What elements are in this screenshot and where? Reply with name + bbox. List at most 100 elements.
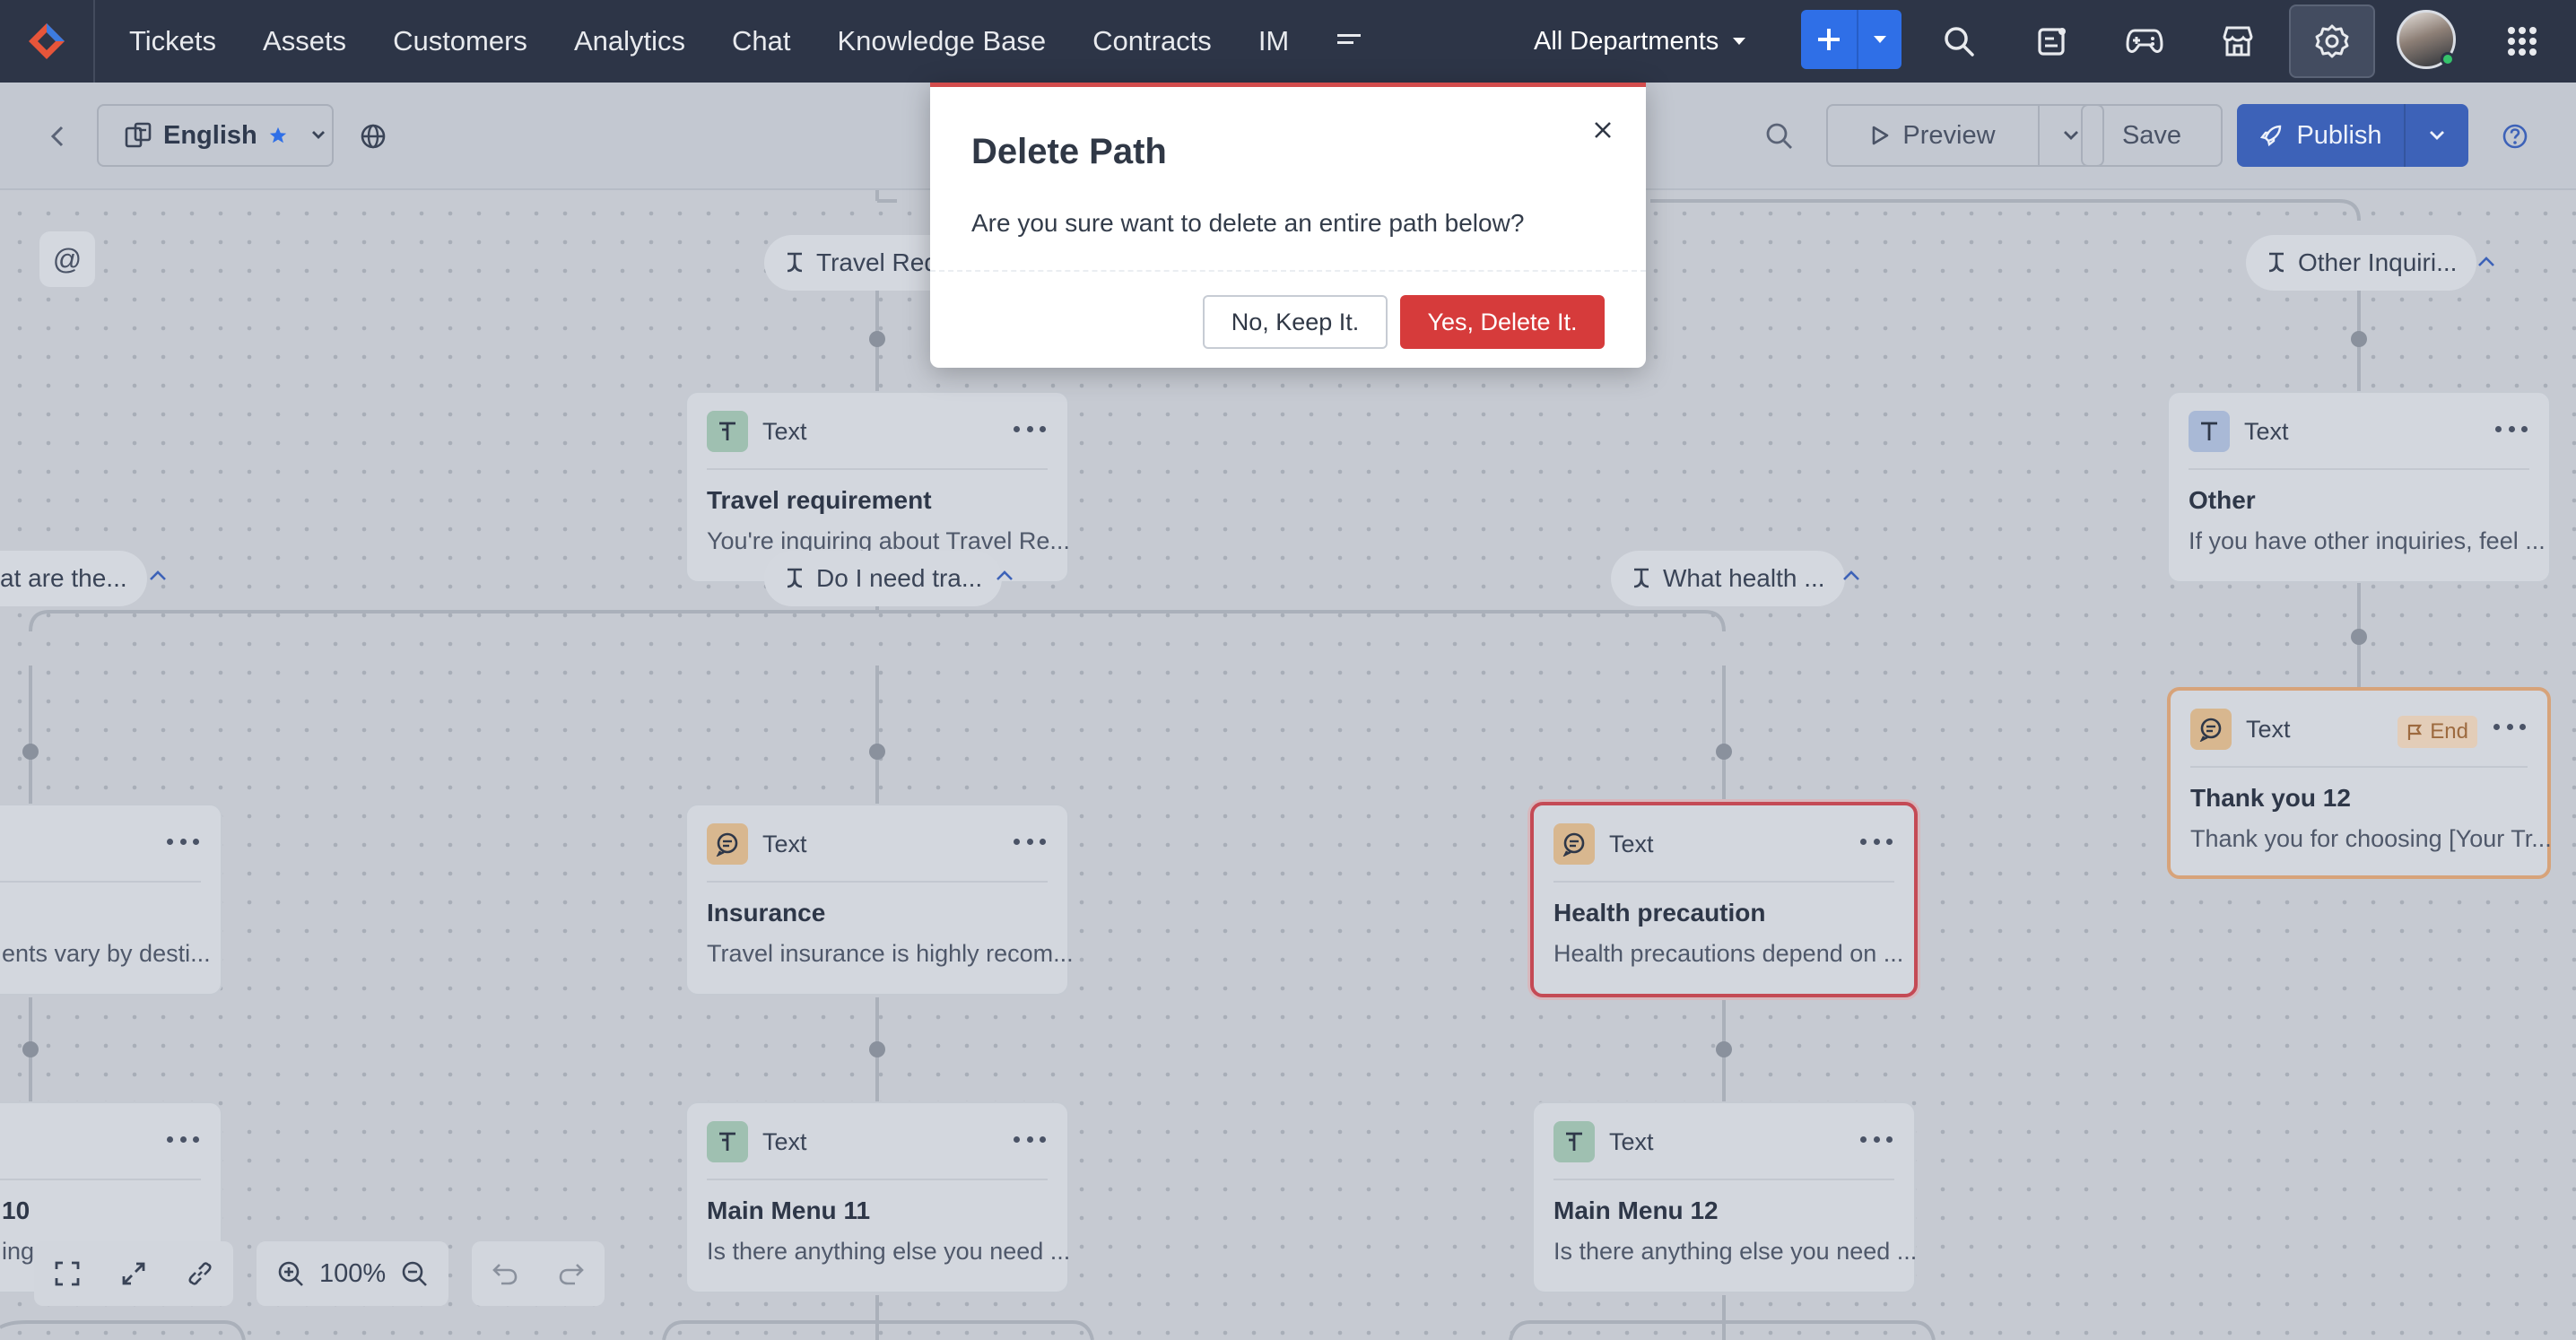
collapse-chevron-icon[interactable] [2474, 249, 2499, 274]
game-controller-icon[interactable] [2118, 14, 2171, 68]
close-icon[interactable] [1585, 112, 1621, 148]
mention-button[interactable]: @ [39, 231, 95, 287]
online-status-dot [2441, 52, 2455, 66]
node-divider [707, 1179, 1048, 1180]
path-chip-do-i-need[interactable]: Do I need tra... [764, 551, 1003, 606]
search-icon[interactable] [1932, 14, 1986, 68]
zoom-in-icon[interactable] [265, 1242, 316, 1305]
path-chip-other[interactable]: Other Inquiri... [2246, 235, 2477, 291]
more-options-icon[interactable] [167, 1130, 199, 1148]
branch-icon [787, 568, 803, 588]
node-divider [2189, 468, 2529, 470]
flow-node-insurance[interactable]: Text Insurance Travel insurance is highl… [685, 804, 1074, 996]
globe-icon[interactable] [352, 115, 395, 158]
collapse-chevron-icon[interactable] [992, 563, 1017, 588]
marketplace-icon[interactable] [2211, 14, 2265, 68]
path-chip-what-health[interactable]: What health ... [1611, 551, 1845, 606]
chevron-down-icon [2430, 131, 2444, 140]
canvas-search-icon[interactable] [1758, 115, 1801, 158]
rocket-icon [2260, 125, 2282, 147]
translate-icon [125, 122, 152, 148]
flow-node-health-precaution[interactable]: Text Health precaution Health precaution… [1530, 802, 1918, 997]
confirm-delete-button[interactable]: Yes, Delete It. [1400, 295, 1605, 349]
node-divider [0, 1179, 201, 1180]
publish-dropdown-button[interactable] [2406, 104, 2468, 167]
dialog-title: Delete Path [971, 132, 1167, 171]
flow-node-main-menu-11[interactable]: Text Main Menu 11 Is there anything else… [685, 1101, 1071, 1293]
collapse-chevron-icon[interactable] [1839, 563, 1864, 588]
apps-grid-icon[interactable] [2495, 14, 2549, 68]
chevron-down-icon [311, 131, 325, 139]
more-options-icon[interactable] [2493, 718, 2526, 735]
flow-node-main-menu-12[interactable]: Text Main Menu 12 Is there anything else… [1532, 1101, 1917, 1293]
more-options-icon[interactable] [167, 832, 199, 850]
top-navigation: Tickets Assets Customers Analytics Chat … [0, 0, 2576, 83]
node-type-label: Text [1609, 1127, 1654, 1155]
history-controls [472, 1241, 605, 1306]
branch-icon [2268, 252, 2284, 273]
more-options-icon[interactable] [1860, 1130, 1893, 1148]
more-options-icon[interactable] [2495, 420, 2528, 438]
publish-button[interactable]: Publish [2237, 104, 2406, 167]
nav-knowledge-base[interactable]: Knowledge Base [837, 25, 1046, 57]
more-options-icon[interactable] [1014, 420, 1046, 438]
zoom-level: 100% [319, 1258, 387, 1288]
chip-label: at are the... [0, 564, 127, 592]
keep-button[interactable]: No, Keep It. [1203, 295, 1388, 349]
feed-icon[interactable] [2025, 14, 2079, 68]
redo-icon[interactable] [538, 1242, 605, 1305]
node-subtitle: Is there anything else you need ... [707, 1238, 1071, 1265]
collapse-chevron-icon[interactable] [145, 563, 170, 588]
department-selector[interactable]: All Departments [1534, 0, 1746, 83]
path-chip-travel[interactable]: Travel Req [764, 235, 958, 291]
message-node-icon [1553, 823, 1595, 865]
node-subtitle: Thank you for choosing [Your Tr... [2190, 825, 2552, 852]
node-title: Main Menu 11 [707, 1196, 871, 1224]
department-label: All Departments [1534, 26, 1719, 56]
app-logo[interactable] [0, 0, 95, 83]
zoom-out-icon[interactable] [389, 1242, 439, 1305]
node-header: Text [707, 411, 807, 452]
nav-chat[interactable]: Chat [732, 25, 790, 57]
avatar[interactable] [2397, 10, 2456, 69]
nav-im[interactable]: IM [1258, 25, 1289, 57]
preview-button[interactable]: Preview [1828, 106, 2040, 165]
more-options-icon[interactable] [1860, 832, 1893, 850]
save-button[interactable]: Save [2081, 104, 2223, 167]
add-button[interactable] [1801, 10, 1858, 69]
flow-node-thank-you[interactable]: Text End Thank you 12 Thank you for choo… [2167, 687, 2552, 879]
chevron-down-icon [1733, 38, 1746, 45]
node-type-label: Text [762, 830, 807, 857]
undo-icon[interactable] [472, 1242, 538, 1305]
node-subtitle: Health precautions depend on ... [1553, 940, 1904, 967]
node-divider [0, 881, 201, 883]
view-controls [34, 1241, 233, 1306]
language-selector[interactable]: English [97, 104, 334, 167]
flow-node-partial-left[interactable]: ents vary by desti... [0, 804, 222, 996]
more-options-icon[interactable] [1014, 1130, 1046, 1148]
link-icon[interactable] [167, 1242, 233, 1305]
node-type-label: Text [1609, 830, 1654, 857]
nav-assets[interactable]: Assets [263, 25, 346, 57]
flow-node-other[interactable]: Text Other If you have other inquiries, … [2167, 391, 2551, 583]
nav-tickets[interactable]: Tickets [129, 25, 216, 57]
node-divider [1553, 1179, 1894, 1180]
node-divider [707, 468, 1048, 470]
text-node-icon [707, 1121, 748, 1162]
node-divider [707, 881, 1048, 883]
fit-screen-icon[interactable] [34, 1242, 100, 1305]
chip-label: Other Inquiri... [2298, 248, 2458, 276]
nav-analytics[interactable]: Analytics [574, 25, 685, 57]
nav-customers[interactable]: Customers [393, 25, 527, 57]
add-dropdown-button[interactable] [1858, 10, 1902, 69]
back-chevron-icon[interactable] [36, 115, 79, 158]
nav-contracts[interactable]: Contracts [1092, 25, 1212, 57]
help-icon[interactable] [2493, 115, 2537, 158]
publish-label: Publish [2296, 120, 2382, 150]
expand-icon[interactable] [100, 1242, 167, 1305]
more-options-icon[interactable] [1014, 832, 1046, 850]
path-chip-what-are[interactable]: at are the... [0, 551, 147, 606]
settings-icon[interactable] [2289, 4, 2375, 78]
node-title: Insurance [707, 899, 826, 927]
more-tabs-icon[interactable] [1336, 23, 1371, 59]
